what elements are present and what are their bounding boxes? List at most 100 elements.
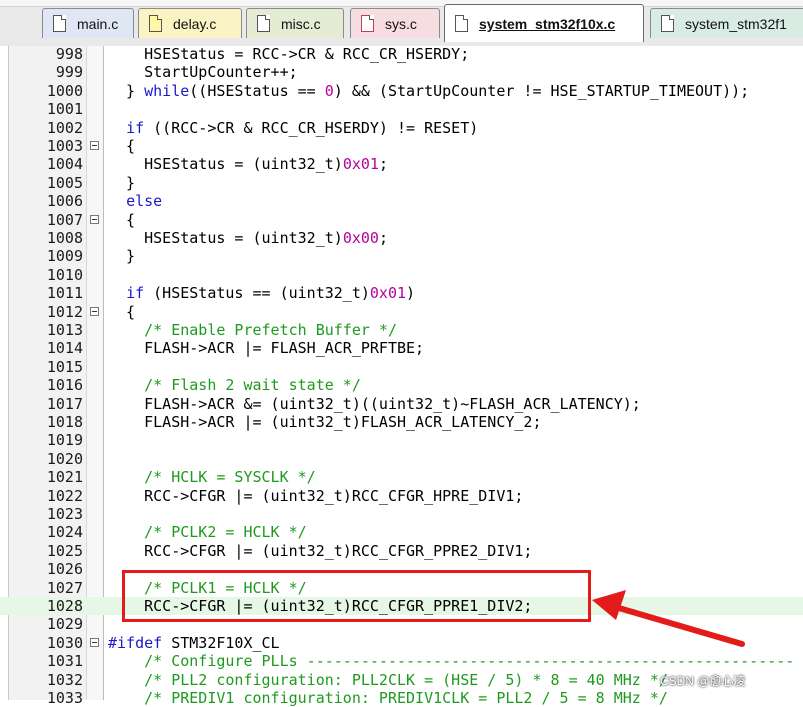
code-line[interactable]: 1020 — [0, 450, 803, 468]
code-text: HSEStatus = (uint32_t)0x00; — [108, 229, 388, 247]
tab-label: system_stm32f1 — [685, 16, 787, 32]
line-number: 1021 — [46, 468, 83, 487]
code-line[interactable]: 1003 { — [0, 137, 803, 155]
code-line[interactable]: 998 HSEStatus = RCC->CR & RCC_CR_HSERDY; — [0, 45, 803, 63]
code-line[interactable]: 1033 /* PREDIV1 configuration: PREDIV1CL… — [0, 689, 803, 707]
code-text: HSEStatus = (uint32_t)0x01; — [108, 155, 388, 174]
line-number: 1032 — [46, 670, 83, 689]
line-number: 1012 — [46, 302, 83, 321]
line-number: 1014 — [46, 339, 83, 358]
line-number: 1029 — [46, 615, 83, 634]
tab-system-stm32f10x-c[interactable]: system_stm32f10x.c — [444, 4, 644, 42]
code-line[interactable]: 1013 /* Enable Prefetch Buffer */ — [0, 321, 803, 339]
code-line[interactable]: 999 StartUpCounter++; — [0, 63, 803, 81]
tab-label: misc.c — [281, 16, 321, 32]
code-line[interactable]: 1019 — [0, 431, 803, 449]
line-number: 1031 — [46, 652, 83, 671]
code-text: if ((RCC->CR & RCC_CR_HSERDY) != RESET) — [126, 118, 479, 137]
line-number: 998 — [55, 45, 83, 63]
code-text: else — [126, 192, 163, 211]
line-number: 1001 — [46, 100, 83, 119]
line-number: 1007 — [46, 210, 83, 229]
line-number: 1004 — [46, 155, 83, 174]
line-number: 999 — [55, 63, 83, 82]
code-text: FLASH->ACR |= (uint32_t)FLASH_ACR_LATENC… — [108, 413, 542, 431]
tab-sys-c[interactable]: sys.c — [350, 8, 440, 38]
fold-toggle-icon[interactable] — [90, 637, 99, 647]
code-line[interactable]: 1006 else — [0, 192, 803, 210]
line-number: 1011 — [46, 284, 83, 303]
code-line[interactable]: 1016 /* Flash 2 wait state */ — [0, 376, 803, 394]
code-line[interactable]: 1005 } — [0, 174, 803, 192]
tab-label: main.c — [77, 16, 119, 32]
line-number: 1022 — [46, 486, 83, 505]
line-number: 1028 — [46, 597, 83, 615]
code-line[interactable]: 1024 /* PCLK2 = HCLK */ — [0, 523, 803, 541]
line-number: 1024 — [46, 523, 83, 542]
c-file-icon — [455, 15, 468, 32]
code-line[interactable]: 1007 { — [0, 211, 803, 229]
fold-toggle-icon[interactable] — [90, 306, 99, 316]
c-file-icon — [361, 15, 374, 32]
code-line[interactable]: 1015 — [0, 358, 803, 376]
c-file-yellow-icon — [149, 15, 162, 32]
fold-toggle-icon[interactable] — [90, 141, 99, 150]
line-number: 1002 — [46, 118, 83, 137]
c-file-icon — [257, 15, 270, 32]
line-number: 1006 — [46, 192, 83, 211]
code-text: { — [108, 137, 136, 155]
code-line[interactable]: 1001 — [0, 100, 803, 118]
tab-misc-c[interactable]: misc.c — [246, 8, 344, 38]
code-line[interactable]: 1012 { — [0, 303, 803, 321]
code-line[interactable]: 1025 RCC->CFGR |= (uint32_t)RCC_CFGR_PPR… — [0, 542, 803, 560]
line-number: 1005 — [46, 173, 83, 192]
code-text: /* PREDIV1 configuration: PREDIV1CLK = P… — [108, 689, 668, 707]
code-line[interactable]: 1018 FLASH->ACR |= (uint32_t)FLASH_ACR_L… — [0, 413, 803, 431]
code-line[interactable]: 1011 if (HSEStatus == (uint32_t)0x01) — [0, 284, 803, 302]
code-text: /* HCLK = SYSCLK */ — [108, 468, 316, 487]
code-line[interactable]: 1010 — [0, 266, 803, 284]
line-number: 1016 — [46, 376, 83, 395]
code-text: FLASH->ACR &= (uint32_t)((uint32_t)~FLAS… — [108, 394, 641, 413]
code-text: } — [108, 173, 136, 192]
code-line[interactable]: 1004 HSEStatus = (uint32_t)0x01; — [0, 155, 803, 173]
line-number: 1025 — [46, 541, 83, 560]
code-line[interactable]: 1008 HSEStatus = (uint32_t)0x00; — [0, 229, 803, 247]
tab-label: sys.c — [385, 16, 417, 32]
code-line[interactable]: 1014 FLASH->ACR |= FLASH_ACR_PRFTBE; — [0, 339, 803, 357]
line-number: 1009 — [46, 247, 83, 266]
line-number: 1027 — [46, 578, 83, 597]
code-line[interactable]: 1023 — [0, 505, 803, 523]
editor-tab-bar: main.c delay.c misc.c sys.c system_stm32… — [0, 0, 803, 47]
c-file-icon — [661, 15, 674, 32]
fold-toggle-icon[interactable] — [90, 214, 99, 224]
watermark: CSDN @愈心凌 — [660, 674, 746, 688]
code-line[interactable]: 1022 RCC->CFGR |= (uint32_t)RCC_CFGR_HPR… — [0, 487, 803, 505]
code-line[interactable]: 1000 } while((HSEStatus == 0) && (StartU… — [0, 82, 803, 100]
line-number: 1013 — [46, 321, 83, 339]
line-number: 1030 — [46, 633, 83, 652]
code-text: { — [108, 302, 136, 321]
tab-bar-top-strip — [0, 0, 803, 7]
line-number: 1000 — [46, 81, 83, 100]
code-text: HSEStatus = RCC->CR & RCC_CR_HSERDY; — [108, 45, 470, 63]
code-line[interactable]: 1002 if ((RCC->CR & RCC_CR_HSERDY) != RE… — [0, 119, 803, 137]
code-text: { — [108, 210, 136, 229]
c-file-icon — [53, 15, 66, 32]
code-line[interactable]: 1021 /* HCLK = SYSCLK */ — [0, 468, 803, 486]
code-line[interactable]: 1009 } — [0, 247, 803, 265]
code-text: if (HSEStatus == (uint32_t)0x01) — [126, 284, 416, 303]
code-text: FLASH->ACR |= FLASH_ACR_PRFTBE; — [108, 339, 425, 358]
line-number: 1020 — [46, 449, 83, 468]
tab-system-stm32f1[interactable]: system_stm32f1 — [650, 8, 803, 38]
annotation-highlight-box — [122, 570, 591, 622]
code-text: #ifdef STM32F10X_CL — [108, 633, 280, 652]
line-number: 1023 — [46, 505, 83, 523]
line-number: 1019 — [46, 431, 83, 450]
line-number: 1015 — [46, 357, 83, 376]
tab-main-c[interactable]: main.c — [42, 8, 134, 38]
code-line[interactable]: 1017 FLASH->ACR &= (uint32_t)((uint32_t)… — [0, 395, 803, 413]
tab-delay-c[interactable]: delay.c — [138, 8, 242, 38]
line-number: 1033 — [46, 689, 83, 707]
line-number: 1018 — [46, 413, 83, 431]
